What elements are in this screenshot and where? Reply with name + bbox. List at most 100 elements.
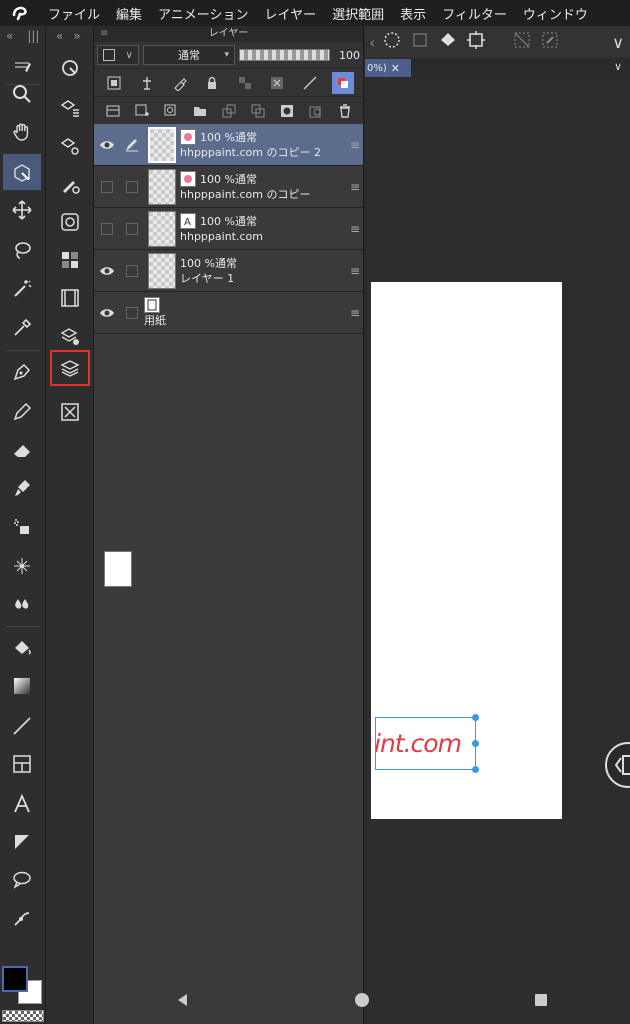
layer-color-icon[interactable] xyxy=(331,71,354,94)
layer-menu-icon[interactable]: ≡ xyxy=(347,124,363,165)
eyedropper-icon[interactable] xyxy=(3,310,41,346)
invert-selection-icon[interactable] xyxy=(539,29,561,55)
decoration-icon[interactable] xyxy=(3,548,41,584)
lock-icon[interactable] xyxy=(201,72,223,94)
navigator-icon[interactable] xyxy=(50,50,90,86)
material-icon[interactable] xyxy=(50,318,90,354)
zoom-icon[interactable] xyxy=(3,76,41,112)
draft-icon[interactable] xyxy=(169,72,191,94)
chevron-down-icon[interactable]: ∨ xyxy=(612,33,624,52)
home-icon[interactable] xyxy=(354,992,370,1012)
grip-icon[interactable]: ||| xyxy=(27,29,39,43)
gradient-icon[interactable] xyxy=(3,668,41,704)
transform-handle[interactable] xyxy=(472,766,479,773)
eye-icon[interactable] xyxy=(94,292,120,333)
lock-transparency-icon[interactable] xyxy=(234,72,256,94)
layer-search-icon[interactable] xyxy=(50,394,90,430)
create-mask-icon[interactable] xyxy=(276,100,298,122)
opacity-slider[interactable] xyxy=(239,49,330,61)
ruler-enable-icon[interactable] xyxy=(299,72,321,94)
layer-panel-icon[interactable] xyxy=(50,350,90,386)
layer-row[interactable]: 用紙 ≡ xyxy=(94,292,363,587)
document-tab[interactable]: 0%) ✕ xyxy=(365,59,411,77)
pen-icon[interactable] xyxy=(3,354,41,390)
hand-icon[interactable] xyxy=(3,114,41,150)
chevron-left-icon[interactable]: ‹ xyxy=(369,33,375,52)
menu-window[interactable]: ウィンドウ xyxy=(515,4,596,23)
visibility-checkbox[interactable] xyxy=(94,166,120,207)
layer-menu-icon[interactable]: ≡ xyxy=(347,292,363,333)
frame-icon[interactable] xyxy=(3,746,41,782)
reference-icon[interactable] xyxy=(136,72,158,94)
transform-icon[interactable] xyxy=(465,29,487,55)
collapse-icon[interactable]: « xyxy=(56,29,63,43)
new-raster-layer-icon[interactable] xyxy=(131,100,153,122)
canvas-text[interactable]: int.com xyxy=(376,729,462,758)
grip-icon[interactable]: ≡ xyxy=(100,26,108,42)
layer-row[interactable]: 100 %通常 hhpppaint.com のコピー ≡ xyxy=(94,166,363,208)
edit-checkbox[interactable] xyxy=(120,166,144,207)
collapse-icon[interactable]: « xyxy=(6,29,13,43)
sub-tool-detail-icon[interactable] xyxy=(50,128,90,164)
menu-layer[interactable]: レイヤー xyxy=(257,4,325,23)
clip-icon[interactable] xyxy=(103,72,125,94)
loading-icon[interactable] xyxy=(381,29,403,55)
magic-wand-icon[interactable] xyxy=(3,270,41,306)
move-layer-icon[interactable] xyxy=(3,192,41,228)
app-logo-icon[interactable] xyxy=(0,0,40,26)
tool-property-icon[interactable] xyxy=(50,204,90,240)
blend-icon[interactable] xyxy=(3,586,41,622)
brush-icon[interactable] xyxy=(3,470,41,506)
save-icon[interactable] xyxy=(409,29,431,55)
eye-icon[interactable] xyxy=(94,250,120,291)
color-swatch[interactable] xyxy=(2,966,44,1024)
layer-menu-icon[interactable]: ≡ xyxy=(347,166,363,207)
menu-animation[interactable]: アニメーション xyxy=(150,4,256,23)
back-icon[interactable] xyxy=(175,992,191,1012)
canvas-paper[interactable]: int.com xyxy=(371,282,562,819)
transform-handle[interactable] xyxy=(472,740,479,747)
fill-icon[interactable] xyxy=(437,29,459,55)
menu-filter[interactable]: フィルター xyxy=(434,4,515,23)
edit-pen-icon[interactable] xyxy=(120,124,144,165)
side-panel-pull-icon[interactable] xyxy=(605,742,630,788)
operation-tool-icon[interactable] xyxy=(3,154,41,190)
transfer-below-icon[interactable] xyxy=(218,100,240,122)
blend-mode-select[interactable]: 通常 ▾ xyxy=(143,45,235,65)
transparent-color-swatch[interactable] xyxy=(2,1010,44,1022)
layer-menu-icon[interactable]: ≡ xyxy=(347,250,363,291)
new-vector-layer-icon[interactable] xyxy=(160,100,182,122)
text-icon[interactable] xyxy=(3,786,41,822)
fill-icon[interactable] xyxy=(3,630,41,666)
eraser-icon[interactable] xyxy=(3,432,41,468)
layer-list-icon[interactable] xyxy=(102,100,124,122)
balloon-icon[interactable] xyxy=(3,862,41,898)
visibility-checkbox[interactable] xyxy=(94,208,120,249)
chevron-down-icon[interactable]: ∨ xyxy=(614,60,622,73)
opacity-value[interactable]: 100 xyxy=(334,49,360,62)
line-icon[interactable] xyxy=(3,708,41,744)
animation-timeline-icon[interactable] xyxy=(50,280,90,316)
color-set-icon[interactable] xyxy=(50,242,90,278)
delete-layer-icon[interactable] xyxy=(334,100,356,122)
lasso-icon[interactable] xyxy=(3,232,41,268)
layer-row[interactable]: 100 %通常 hhpppaint.com のコピー 2 ≡ xyxy=(94,124,363,166)
mask-enable-icon[interactable] xyxy=(266,72,288,94)
expand-icon[interactable]: » xyxy=(73,29,80,43)
recents-icon[interactable] xyxy=(533,992,549,1012)
close-icon[interactable]: ✕ xyxy=(391,62,400,75)
combine-below-icon[interactable] xyxy=(247,100,269,122)
text-selection-box[interactable]: int.com xyxy=(375,717,476,770)
brush-size-icon[interactable] xyxy=(50,166,90,202)
menu-edit[interactable]: 編集 xyxy=(108,4,150,23)
ruler-icon[interactable] xyxy=(3,824,41,860)
menu-file[interactable]: ファイル xyxy=(40,4,108,23)
menu-view[interactable]: 表示 xyxy=(392,4,434,23)
layer-row[interactable]: A 100 %通常 hhpppaint.com ≡ xyxy=(94,208,363,250)
selection-off-icon[interactable] xyxy=(511,29,533,55)
airbrush-icon[interactable] xyxy=(3,508,41,544)
pencil-icon[interactable] xyxy=(3,394,41,430)
palette-color-selector[interactable]: ∨ xyxy=(97,45,139,65)
edit-checkbox[interactable] xyxy=(120,292,144,333)
menu-selection[interactable]: 選択範囲 xyxy=(324,4,392,23)
